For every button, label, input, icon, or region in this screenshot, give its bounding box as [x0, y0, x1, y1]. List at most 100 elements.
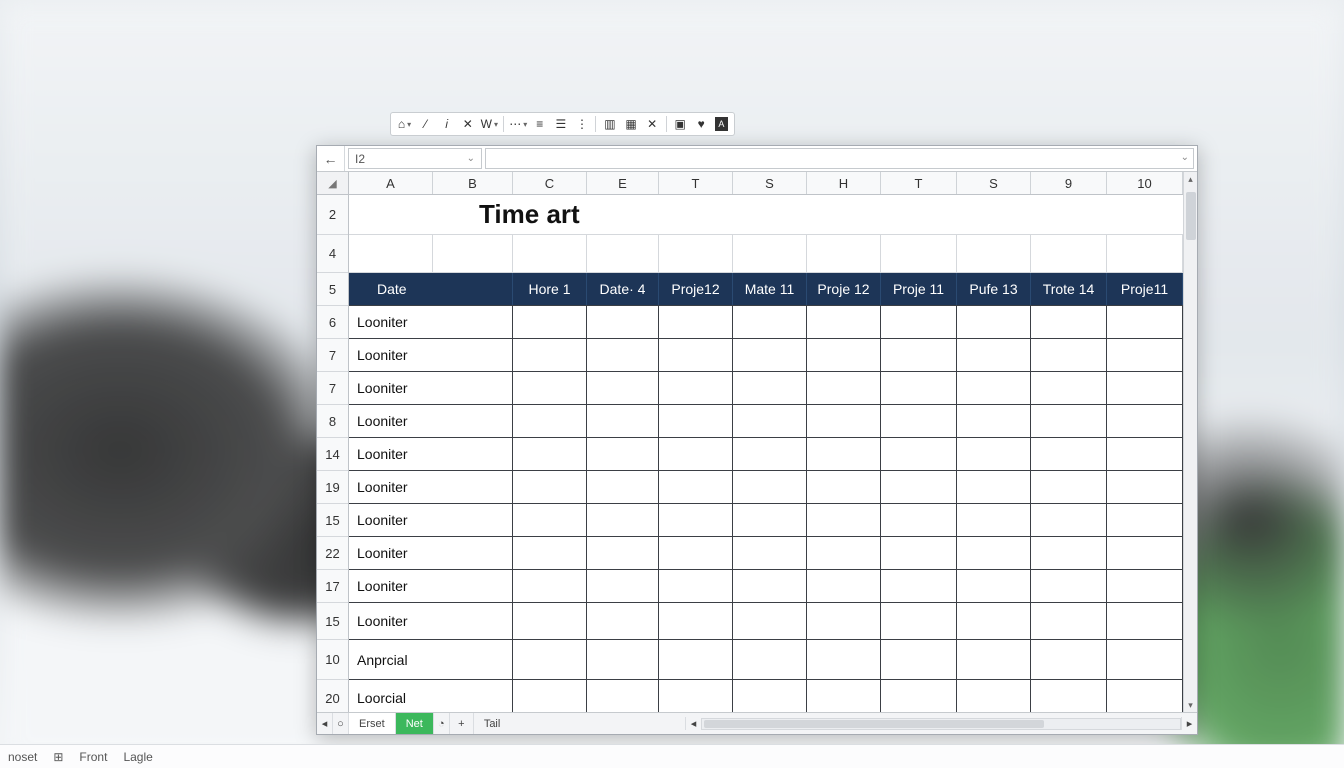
table-icon[interactable]: ▦	[624, 117, 639, 131]
select-all-corner[interactable]: ◢	[317, 172, 349, 195]
tab-active[interactable]: Net	[396, 713, 434, 734]
scroll-right-icon[interactable]: ▸	[1181, 717, 1197, 730]
data-cell[interactable]	[1107, 372, 1183, 404]
row-header[interactable]: 5	[317, 273, 348, 306]
data-cell[interactable]: Looniter	[349, 438, 513, 470]
data-cell[interactable]: Looniter	[349, 306, 513, 338]
data-cell[interactable]	[1107, 570, 1183, 602]
data-cell[interactable]	[807, 504, 881, 536]
cell[interactable]	[957, 235, 1031, 272]
data-cell[interactable]	[587, 570, 659, 602]
data-cell[interactable]	[1107, 504, 1183, 536]
data-cell[interactable]: Looniter	[349, 339, 513, 371]
data-cell[interactable]	[1031, 570, 1107, 602]
data-cell[interactable]	[659, 438, 733, 470]
data-cell[interactable]	[881, 570, 957, 602]
expand-icon[interactable]: ⌄	[1181, 152, 1189, 163]
column-header[interactable]: H	[807, 172, 881, 194]
scroll-down-icon[interactable]: ▾	[1184, 698, 1197, 712]
fill-icon[interactable]: A	[715, 117, 728, 131]
data-cell[interactable]	[587, 372, 659, 404]
hscroll-thumb[interactable]	[704, 720, 1044, 728]
data-cell[interactable]	[1031, 537, 1107, 569]
data-cell[interactable]	[587, 680, 659, 712]
data-cell[interactable]	[513, 537, 587, 569]
tab-erset[interactable]: Erset	[349, 713, 396, 734]
cell[interactable]	[587, 235, 659, 272]
data-cell[interactable]	[1031, 471, 1107, 503]
data-cell[interactable]	[513, 372, 587, 404]
table-header[interactable]: Hore 1	[513, 273, 587, 305]
column-header[interactable]: S	[957, 172, 1031, 194]
row-header[interactable]: 22	[317, 537, 348, 570]
hscroll-track[interactable]	[701, 718, 1181, 730]
row-header[interactable]: 14	[317, 438, 348, 471]
data-cell[interactable]	[733, 372, 807, 404]
column-header[interactable]: S	[733, 172, 807, 194]
data-cell[interactable]	[1107, 537, 1183, 569]
data-cell[interactable]	[957, 372, 1031, 404]
status-item-2[interactable]: Front	[79, 750, 107, 764]
data-cell[interactable]	[957, 603, 1031, 639]
name-box[interactable]: I2 ⌄	[348, 148, 482, 169]
data-cell[interactable]	[1107, 603, 1183, 639]
column-header[interactable]: 9	[1031, 172, 1107, 194]
cell[interactable]	[349, 235, 433, 272]
data-cell[interactable]	[957, 438, 1031, 470]
data-cell[interactable]	[881, 603, 957, 639]
data-cell[interactable]	[957, 640, 1031, 679]
data-cell[interactable]	[587, 339, 659, 371]
data-cell[interactable]	[1107, 640, 1183, 679]
data-cell[interactable]	[807, 537, 881, 569]
data-cell[interactable]	[587, 603, 659, 639]
cell[interactable]	[1031, 235, 1107, 272]
data-cell[interactable]	[957, 306, 1031, 338]
row-header[interactable]: 6	[317, 306, 348, 339]
data-cell[interactable]	[1031, 438, 1107, 470]
data-cell[interactable]	[807, 640, 881, 679]
data-cell[interactable]	[513, 680, 587, 712]
data-cell[interactable]	[807, 306, 881, 338]
data-cell[interactable]	[513, 570, 587, 602]
status-item-3[interactable]: Lagle	[123, 750, 152, 764]
data-cell[interactable]	[807, 570, 881, 602]
data-cell[interactable]	[659, 306, 733, 338]
cell[interactable]	[881, 235, 957, 272]
row-header[interactable]: 15	[317, 603, 348, 640]
scroll-up-icon[interactable]: ▴	[1184, 172, 1197, 186]
data-cell[interactable]: Looniter	[349, 504, 513, 536]
data-cell[interactable]	[513, 438, 587, 470]
data-cell[interactable]	[659, 537, 733, 569]
data-cell[interactable]	[733, 603, 807, 639]
column-header[interactable]: E	[587, 172, 659, 194]
data-cell[interactable]	[1031, 306, 1107, 338]
data-cell[interactable]: Looniter	[349, 570, 513, 602]
scroll-thumb[interactable]	[1186, 192, 1196, 240]
table-header[interactable]: Trote 14	[1031, 273, 1107, 305]
row-header[interactable]: 8	[317, 405, 348, 438]
data-cell[interactable]	[957, 570, 1031, 602]
data-cell[interactable]	[957, 504, 1031, 536]
data-cell[interactable]	[659, 504, 733, 536]
cell[interactable]	[807, 235, 881, 272]
data-cell[interactable]	[733, 504, 807, 536]
data-cell[interactable]	[659, 405, 733, 437]
data-cell[interactable]	[807, 603, 881, 639]
horizontal-scrollbar[interactable]: ◂ ▸	[685, 713, 1197, 734]
data-cell[interactable]	[1107, 306, 1183, 338]
align-left-icon[interactable]: ≡	[532, 117, 547, 131]
data-cell[interactable]	[807, 339, 881, 371]
data-cell[interactable]	[587, 405, 659, 437]
data-cell[interactable]	[513, 306, 587, 338]
data-cell[interactable]	[513, 504, 587, 536]
scroll-left-icon[interactable]: ◂	[685, 717, 701, 730]
data-cell[interactable]	[587, 306, 659, 338]
data-cell[interactable]	[733, 306, 807, 338]
data-cell[interactable]	[1031, 504, 1107, 536]
data-cell[interactable]	[587, 438, 659, 470]
data-cell[interactable]	[881, 306, 957, 338]
table-header[interactable]: Proje 12	[807, 273, 881, 305]
data-cell[interactable]	[807, 471, 881, 503]
tab-nav-first[interactable]: ◂	[317, 713, 333, 734]
column-header[interactable]: T	[659, 172, 733, 194]
